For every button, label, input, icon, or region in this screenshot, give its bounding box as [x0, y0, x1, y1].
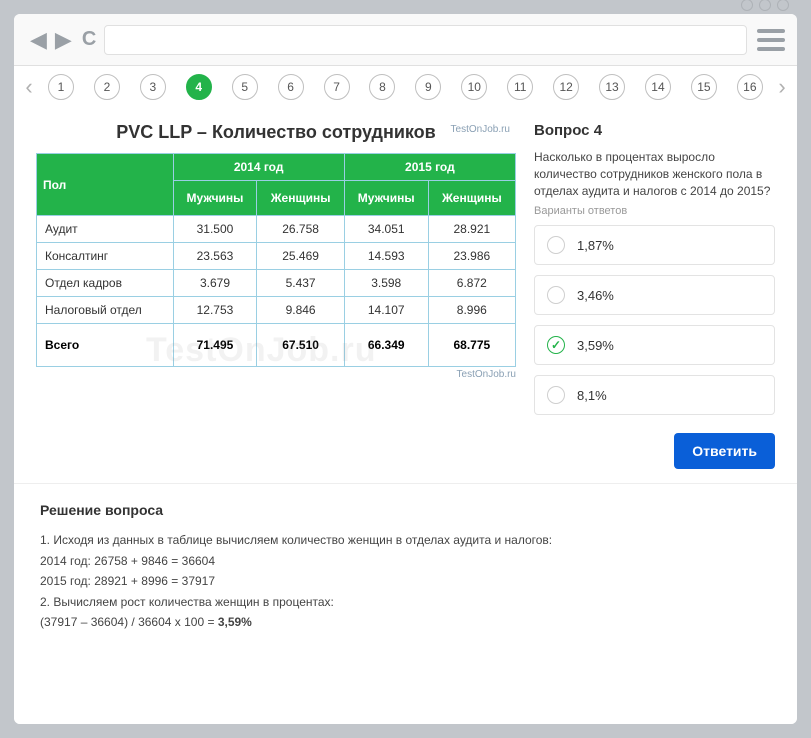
watermark-top: TestOnJob.ru — [451, 124, 510, 135]
col-header-year1: 2014 год — [173, 154, 344, 181]
pager-item-12[interactable]: 12 — [553, 74, 579, 100]
pager-item-3[interactable]: 3 — [140, 74, 166, 100]
solution-line: 2015 год: 28921 + 8996 = 37917 — [40, 571, 771, 591]
reload-icon[interactable]: C — [76, 28, 104, 51]
question-panel: Вопрос 4 Насколько в процентах выросло к… — [534, 122, 775, 469]
question-text: Насколько в процентах выросло количество… — [534, 149, 775, 199]
table-row: Отдел кадров 3.679 5.437 3.598 6.872 — [37, 270, 516, 297]
solution-line: (37917 – 36604) / 36604 x 100 = 3,59% — [40, 612, 771, 632]
pager-item-4[interactable]: 4 — [186, 74, 212, 100]
radio-icon — [547, 386, 565, 404]
pager-item-1[interactable]: 1 — [48, 74, 74, 100]
answer-option-4[interactable]: 8,1% — [534, 375, 775, 415]
radio-icon — [547, 236, 565, 254]
watermark-bottom: TestOnJob.ru — [36, 369, 516, 380]
employees-table: Пол 2014 год 2015 год Мужчины Женщины Му… — [36, 153, 516, 367]
col-header-men2: Мужчины — [344, 181, 428, 216]
pager-item-13[interactable]: 13 — [599, 74, 625, 100]
pager-item-11[interactable]: 11 — [507, 74, 533, 100]
pager-item-9[interactable]: 9 — [415, 74, 441, 100]
pager-item-15[interactable]: 15 — [691, 74, 717, 100]
pager-next-icon[interactable]: › — [767, 74, 797, 100]
table-title: PVC LLP – Количество сотрудников — [36, 122, 516, 143]
solution-line: 2014 год: 26758 + 9846 = 36604 — [40, 551, 771, 571]
table-row-total: Всего 71.495 67.510 66.349 68.775 — [37, 324, 516, 367]
table-row: Налоговый отдел 12.753 9.846 14.107 8.99… — [37, 297, 516, 324]
radio-icon-checked — [547, 336, 565, 354]
option-label: 1,87% — [577, 238, 614, 253]
data-table-panel: TestOnJob.ru PVC LLP – Количество сотруд… — [36, 122, 516, 380]
menu-icon[interactable] — [757, 29, 785, 51]
pager-item-6[interactable]: 6 — [278, 74, 304, 100]
solution-panel: Решение вопроса 1. Исходя из данных в та… — [14, 483, 797, 656]
table-row: Аудит 31.500 26.758 34.051 28.921 — [37, 216, 516, 243]
col-header-women2: Женщины — [428, 181, 515, 216]
variants-label: Варианты ответов — [534, 205, 775, 217]
nav-forward-icon[interactable]: ▶ — [51, 27, 76, 53]
pager-item-2[interactable]: 2 — [94, 74, 120, 100]
nav-back-icon[interactable]: ◀ — [26, 27, 51, 53]
pager-item-5[interactable]: 5 — [232, 74, 258, 100]
pager-item-8[interactable]: 8 — [369, 74, 395, 100]
radio-icon — [547, 286, 565, 304]
pager-prev-icon[interactable]: ‹ — [14, 74, 44, 100]
solution-line: 2. Вычисляем рост количества женщин в пр… — [40, 592, 771, 612]
pager-item-10[interactable]: 10 — [461, 74, 487, 100]
table-row: Консалтинг 23.563 25.469 14.593 23.986 — [37, 243, 516, 270]
col-header-women1: Женщины — [257, 181, 344, 216]
question-pager: ‹ 12345678910111213141516 › — [14, 66, 797, 108]
solution-line: 1. Исходя из данных в таблице вычисляем … — [40, 530, 771, 550]
page-content: ‹ 12345678910111213141516 › TestOnJob.ru… — [14, 66, 797, 724]
browser-window: ◀ ▶ C ‹ 12345678910111213141516 › TestOn… — [14, 14, 797, 724]
pager-item-16[interactable]: 16 — [737, 74, 763, 100]
browser-toolbar: ◀ ▶ C — [14, 14, 797, 66]
submit-button[interactable]: Ответить — [674, 433, 775, 469]
pager-item-7[interactable]: 7 — [324, 74, 350, 100]
url-input[interactable] — [104, 25, 747, 55]
col-header-gender: Пол — [37, 154, 174, 216]
solution-title: Решение вопроса — [40, 502, 771, 518]
question-title: Вопрос 4 — [534, 122, 775, 139]
col-header-men1: Мужчины — [173, 181, 257, 216]
pager-item-14[interactable]: 14 — [645, 74, 671, 100]
option-label: 3,46% — [577, 288, 614, 303]
answer-option-2[interactable]: 3,46% — [534, 275, 775, 315]
option-label: 8,1% — [577, 388, 607, 403]
answer-option-3[interactable]: 3,59% — [534, 325, 775, 365]
answer-option-1[interactable]: 1,87% — [534, 225, 775, 265]
col-header-year2: 2015 год — [344, 154, 515, 181]
option-label: 3,59% — [577, 338, 614, 353]
